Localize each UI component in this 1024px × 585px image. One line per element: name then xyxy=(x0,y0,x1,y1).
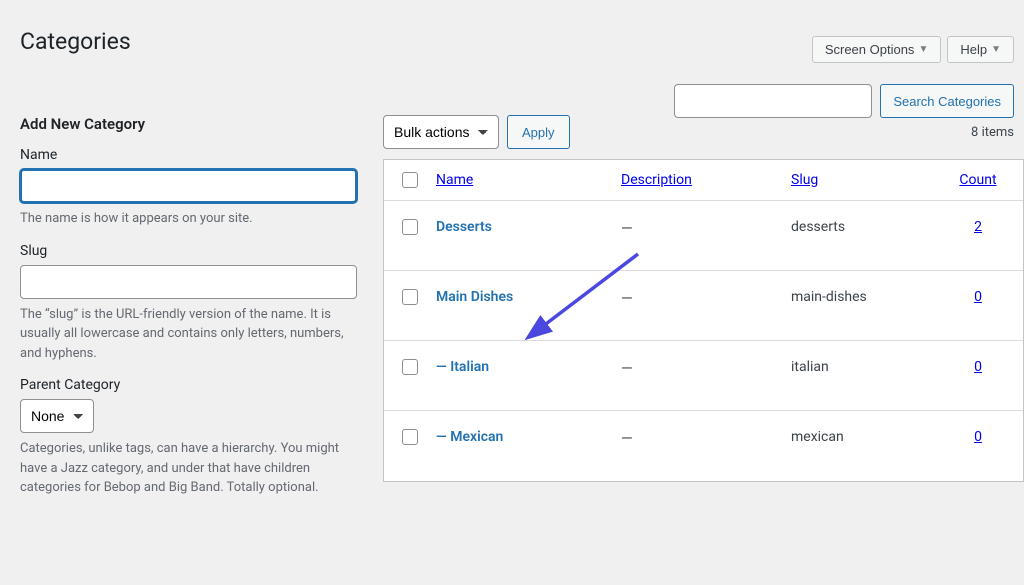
category-slug: mexican xyxy=(783,429,943,445)
category-slug: desserts xyxy=(783,219,943,235)
category-count-link[interactable]: 2 xyxy=(974,219,982,235)
category-count-link[interactable]: 0 xyxy=(974,429,982,445)
slug-label: Slug xyxy=(20,243,357,259)
slug-input[interactable] xyxy=(20,265,357,299)
parent-category-description: Categories, unlike tags, can have a hier… xyxy=(20,439,357,498)
top-actions: Screen Options ▼ Help ▼ xyxy=(812,36,1014,63)
category-name-link[interactable]: Desserts xyxy=(436,219,492,235)
category-slug: main-dishes xyxy=(783,289,943,305)
category-count-link[interactable]: 0 xyxy=(974,289,982,305)
search-input[interactable] xyxy=(674,84,872,118)
apply-button[interactable]: Apply xyxy=(507,115,570,149)
category-description: — xyxy=(613,289,783,307)
category-description: — xyxy=(613,219,783,237)
categories-list-area: Bulk actions Apply 8 items Name Descript… xyxy=(377,115,1024,512)
items-count: 8 items xyxy=(971,125,1014,140)
category-name-link[interactable]: Main Dishes xyxy=(436,289,513,305)
row-checkbox[interactable] xyxy=(402,429,418,445)
table-body: Desserts — desserts 2 Main Dishes — main… xyxy=(384,201,1023,481)
row-checkbox[interactable] xyxy=(402,289,418,305)
search-row: Search Categories xyxy=(674,84,1014,118)
select-all-checkbox[interactable] xyxy=(402,172,418,188)
table-row: Desserts — desserts 2 xyxy=(384,201,1023,271)
row-checkbox[interactable] xyxy=(402,219,418,235)
slug-description: The “slug” is the URL-friendly version o… xyxy=(20,305,357,364)
category-description: — xyxy=(613,429,783,447)
category-name-link[interactable]: — Mexican xyxy=(436,429,503,445)
table-row: Main Dishes — main-dishes 0 xyxy=(384,271,1023,341)
chevron-down-icon: ▼ xyxy=(918,44,928,55)
screen-options-label: Screen Options xyxy=(825,42,915,57)
screen-options-button[interactable]: Screen Options ▼ xyxy=(812,36,942,63)
header-slug[interactable]: Slug xyxy=(791,172,818,188)
parent-category-select[interactable]: None xyxy=(20,399,94,433)
header-count[interactable]: Count xyxy=(959,172,996,188)
search-categories-button[interactable]: Search Categories xyxy=(880,84,1014,118)
row-checkbox[interactable] xyxy=(402,359,418,375)
header-name[interactable]: Name xyxy=(436,172,473,188)
form-heading: Add New Category xyxy=(20,115,357,133)
category-slug: italian xyxy=(783,359,943,375)
name-description: The name is how it appears on your site. xyxy=(20,209,357,229)
name-input[interactable] xyxy=(20,169,357,203)
category-description: — xyxy=(613,359,783,377)
header-description[interactable]: Description xyxy=(621,172,692,188)
help-button[interactable]: Help ▼ xyxy=(947,36,1014,63)
category-name-link[interactable]: — Italian xyxy=(436,359,489,375)
categories-table: Name Description Slug Count Desserts — d… xyxy=(383,159,1024,482)
category-count-link[interactable]: 0 xyxy=(974,359,982,375)
bulk-actions-select[interactable]: Bulk actions xyxy=(383,115,499,149)
table-row: — Mexican — mexican 0 xyxy=(384,411,1023,481)
table-row: — Italian — italian 0 xyxy=(384,341,1023,411)
table-header: Name Description Slug Count xyxy=(384,160,1023,201)
chevron-down-icon: ▼ xyxy=(991,44,1001,55)
add-category-form: Add New Category Name The name is how it… xyxy=(0,115,377,512)
name-label: Name xyxy=(20,147,357,163)
help-label: Help xyxy=(960,42,987,57)
parent-category-label: Parent Category xyxy=(20,377,357,393)
